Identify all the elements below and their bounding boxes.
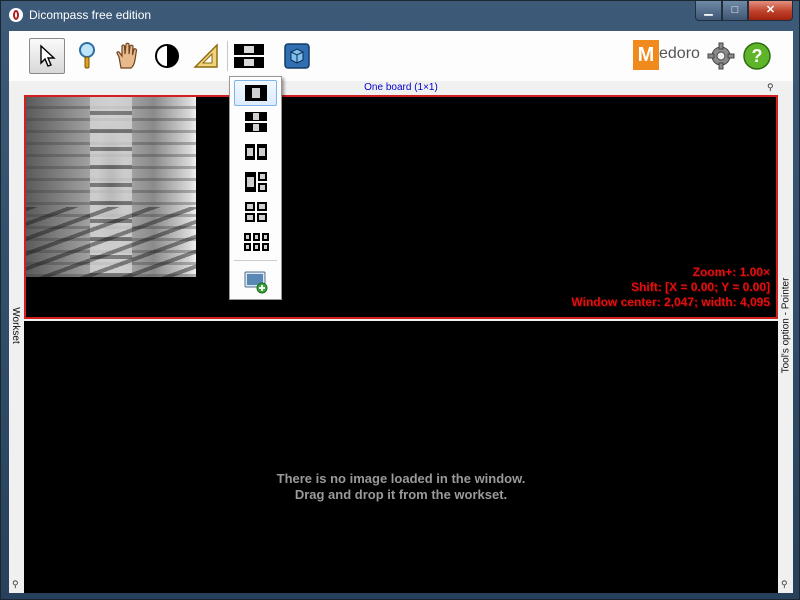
tool-options-panel-tab[interactable]: Tool's option - Pointer ⚲ <box>778 95 793 593</box>
layout-1plus2-icon <box>244 172 267 192</box>
zoom-readout: Zoom+: 1.00× <box>692 265 770 279</box>
workset-pin-icon[interactable]: ⚲ <box>12 579 19 590</box>
pan-tool-button[interactable] <box>109 38 145 74</box>
app-window: Dicompass free edition ▁ □ ✕ M edoro ? O… <box>0 0 800 600</box>
toolbar: M edoro ? <box>9 31 793 81</box>
add-layout-item[interactable] <box>234 269 277 295</box>
viewer-window-active[interactable]: Zoom+: 1.00× Shift: [X = 0.00; Y = 0.00]… <box>24 95 778 319</box>
close-button[interactable]: ✕ <box>748 1 793 21</box>
magnifier-icon <box>79 42 95 69</box>
pointer-tool-button[interactable] <box>29 38 65 74</box>
viewer-window-empty[interactable]: There is no image loaded in the window. … <box>24 321 778 593</box>
title-bar[interactable]: Dicompass free edition ▁ □ ✕ <box>1 1 800 31</box>
pointer-icon <box>40 44 56 67</box>
viewer-info-overlay: Zoom+: 1.00× Shift: [X = 0.00; Y = 0.00]… <box>571 265 770 310</box>
help-icon: ? <box>743 42 771 70</box>
layout-1x2-item[interactable] <box>234 109 277 135</box>
layout-3x2-item[interactable] <box>234 229 277 255</box>
layout-1plus2-item[interactable] <box>234 169 277 195</box>
tool-options-pin-icon[interactable]: ⚲ <box>781 579 788 590</box>
layout-tool-button[interactable] <box>231 38 267 74</box>
layout-2x1-icon <box>244 144 267 160</box>
help-button[interactable]: ? <box>739 38 775 74</box>
layout-2x1-item[interactable] <box>234 139 277 165</box>
menu-separator <box>234 260 277 261</box>
layout-2x2-item[interactable] <box>234 199 277 225</box>
window-level-tool-button[interactable] <box>149 38 185 74</box>
layout-dropdown-menu <box>229 76 282 300</box>
maximize-button[interactable]: □ <box>722 1 748 21</box>
add-layout-icon <box>244 271 267 294</box>
layout-2x2-icon <box>244 202 267 222</box>
hand-icon <box>116 42 138 69</box>
medoro-logo[interactable]: M edoro <box>633 40 703 70</box>
cube-icon <box>284 43 310 69</box>
board-layout-label[interactable]: One board (1×1) <box>9 81 793 95</box>
layout-3x2-icon <box>243 233 269 251</box>
zoom-tool-button[interactable] <box>69 38 105 74</box>
gear-icon <box>707 42 735 70</box>
workset-panel-tab[interactable]: Workset ⚲ <box>9 95 24 593</box>
workset-label: Workset <box>9 307 21 344</box>
contrast-icon <box>155 44 179 68</box>
window-level-readout: Window center: 2,047; width: 4,095 <box>571 295 770 309</box>
toolbar-separator <box>227 41 228 71</box>
shift-readout: Shift: [X = 0.00; Y = 0.00] <box>631 280 770 294</box>
layout-1x1-icon <box>244 85 267 101</box>
set-square-icon <box>193 43 218 68</box>
xray-image[interactable] <box>26 97 196 277</box>
layout-1x1-item[interactable] <box>234 80 277 106</box>
app-icon <box>9 8 23 22</box>
layout-1x2-icon <box>244 112 267 132</box>
settings-button[interactable] <box>703 38 739 74</box>
client-area: M edoro ? One board (1×1) ⚲ Workset ⚲ To… <box>9 31 793 593</box>
measure-tool-button[interactable] <box>189 38 225 74</box>
3d-tool-button[interactable] <box>279 38 315 74</box>
pin-icon[interactable]: ⚲ <box>767 82 774 93</box>
minimize-button[interactable]: ▁ <box>695 1 722 21</box>
empty-viewer-message: There is no image loaded in the window. … <box>276 471 526 502</box>
tool-options-label: Tool's option - Pointer <box>780 277 792 374</box>
window-title: Dicompass free edition <box>29 8 152 22</box>
layout-icon <box>234 44 264 68</box>
svg-text:?: ? <box>752 46 763 66</box>
